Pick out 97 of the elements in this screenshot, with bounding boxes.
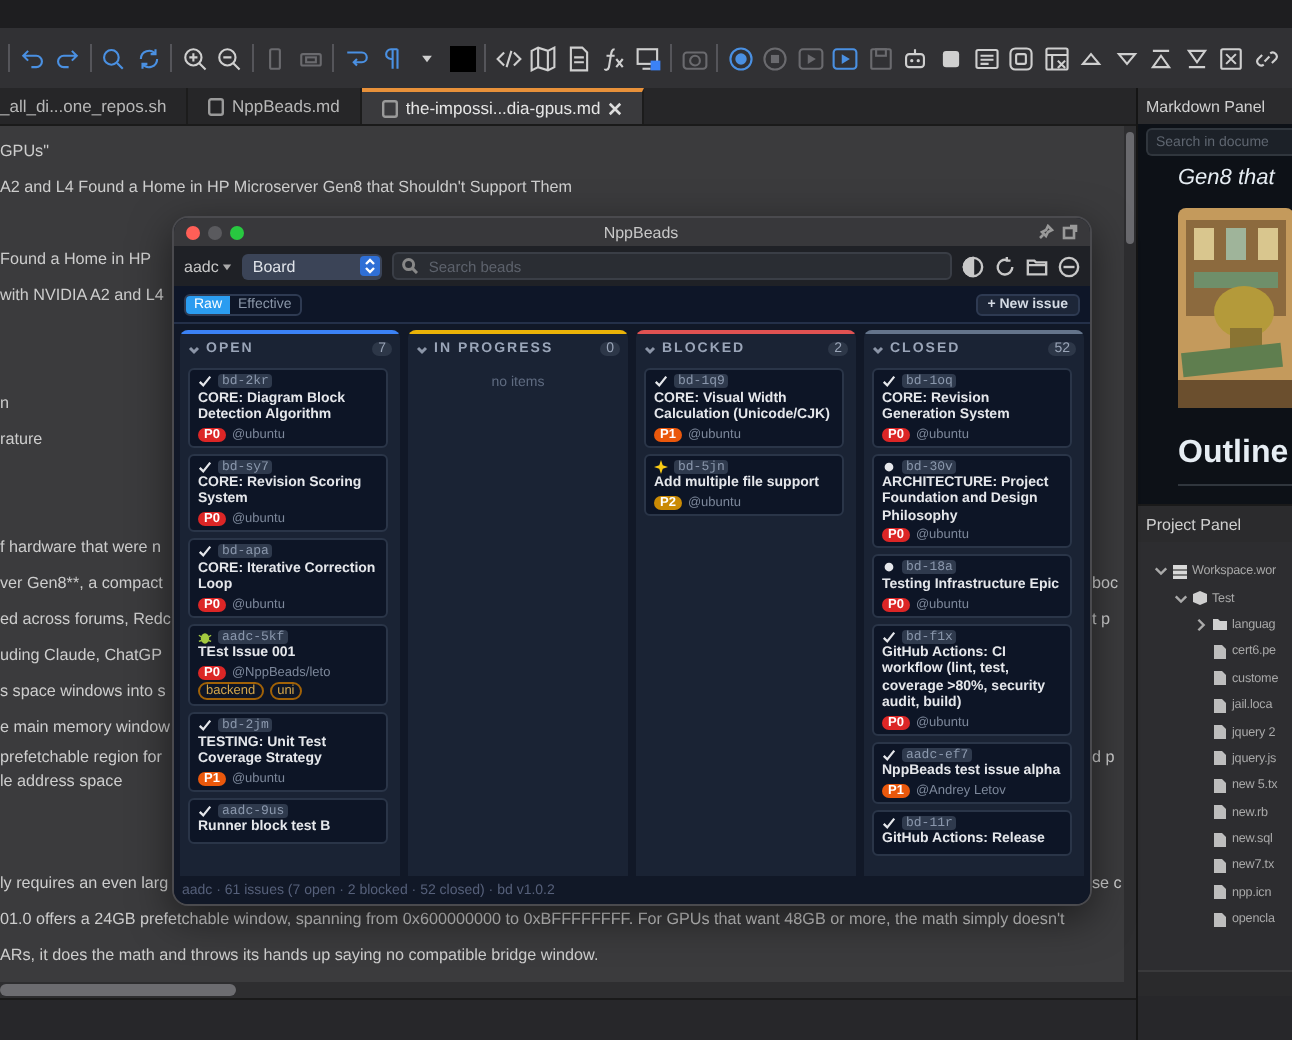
view-select[interactable]: Board bbox=[242, 253, 383, 279]
text-line: 01.0 offers a 24GB prefetchable window, spanning from 0x600000000 to 0xBFFFFFFFF. For GPUs that want 48GB or more, the math simply doesn't bbox=[0, 909, 1065, 927]
zoom-in-icon[interactable] bbox=[181, 45, 208, 71]
close-box-icon[interactable] bbox=[1218, 45, 1245, 71]
text-line: Found a Home in HP bbox=[0, 249, 152, 267]
close-icon[interactable] bbox=[608, 101, 623, 115]
window-title: NppBeads bbox=[601, 223, 681, 241]
check-icon bbox=[198, 803, 212, 818]
sparkle-icon bbox=[654, 459, 668, 473]
tab-label: the-impossi...dia-gpus.md bbox=[405, 98, 601, 118]
chip-icon[interactable] bbox=[938, 45, 964, 71]
wrap-icon[interactable] bbox=[343, 45, 370, 71]
check-icon bbox=[882, 629, 896, 643]
record-icon[interactable] bbox=[727, 45, 754, 71]
zoom-light[interactable] bbox=[230, 225, 244, 239]
link-icon[interactable] bbox=[1253, 45, 1280, 71]
text-line: se c bbox=[1092, 873, 1122, 891]
function-icon[interactable] bbox=[600, 45, 627, 71]
cube-icon bbox=[1192, 590, 1208, 607]
text-line: e main memory window bbox=[0, 717, 171, 735]
check-icon bbox=[198, 374, 212, 388]
chevron-icon[interactable] bbox=[1194, 617, 1208, 632]
play-icon[interactable] bbox=[832, 45, 859, 71]
file-icon bbox=[381, 99, 398, 117]
emphasis-text: Gen8 that bbox=[1176, 164, 1278, 190]
text-line: GPUs" bbox=[0, 141, 49, 159]
check-icon bbox=[654, 374, 668, 388]
minus-circle-icon[interactable] bbox=[1058, 255, 1080, 277]
redo-icon[interactable] bbox=[54, 45, 81, 71]
chevron-icon[interactable] bbox=[1154, 564, 1168, 579]
folder-icon[interactable] bbox=[1026, 255, 1048, 277]
text-line: boc bbox=[1092, 573, 1119, 591]
text-line: with NVIDIA A2 and L4 bbox=[0, 285, 164, 303]
frame-icon[interactable] bbox=[1008, 45, 1035, 71]
text-line: A2 and L4 Found a Home in HP Microserver Gen8 that Shouldn't Support Them bbox=[0, 177, 573, 195]
expand-all-icon[interactable] bbox=[1183, 45, 1210, 71]
tab-label: _all_di...one_repos.sh bbox=[0, 96, 167, 116]
heading: Outline bbox=[1176, 434, 1291, 472]
play-icon[interactable] bbox=[797, 45, 824, 71]
undo-icon[interactable] bbox=[19, 45, 46, 71]
check-icon bbox=[882, 374, 896, 388]
file-icon bbox=[208, 97, 224, 115]
table-icon[interactable] bbox=[1043, 45, 1070, 71]
chevron-icon[interactable] bbox=[1174, 591, 1188, 606]
check-icon bbox=[882, 815, 896, 830]
chevron-icon[interactable] bbox=[416, 343, 428, 355]
document-icon[interactable] bbox=[565, 45, 592, 71]
text-line: ver Gen8**, a compact bbox=[0, 573, 163, 591]
workspace-selector[interactable]: aadc bbox=[184, 257, 233, 275]
search-icon[interactable] bbox=[100, 45, 127, 71]
text-line: uding Claude, ChatGP bbox=[0, 645, 162, 663]
close-light[interactable] bbox=[186, 225, 200, 239]
text-line: ed across forums, Redc bbox=[0, 609, 171, 627]
workspace-icon bbox=[1172, 563, 1188, 580]
contrast-icon[interactable] bbox=[962, 255, 984, 277]
text-line: t p bbox=[1092, 609, 1110, 627]
text-line: ly requires an even larg bbox=[0, 873, 169, 891]
zoom-out-icon[interactable] bbox=[216, 45, 243, 71]
chevron-icon[interactable] bbox=[188, 343, 200, 355]
robot-icon[interactable] bbox=[902, 45, 929, 71]
refresh-icon[interactable] bbox=[994, 255, 1016, 277]
collapse-all-icon[interactable] bbox=[1148, 45, 1175, 71]
stop-icon[interactable] bbox=[762, 45, 789, 71]
text-line: le address space bbox=[0, 771, 123, 789]
caret-icon bbox=[222, 261, 233, 271]
bug-icon bbox=[198, 629, 212, 643]
code-icon[interactable] bbox=[495, 45, 522, 71]
file-tab[interactable]: the-impossi...dia-gpus.md bbox=[361, 88, 645, 124]
search-icon bbox=[402, 258, 419, 274]
text-line: n bbox=[0, 393, 10, 411]
pop-out-icon[interactable] bbox=[1062, 224, 1078, 240]
text-line: d p bbox=[1092, 747, 1115, 765]
chevron-icon[interactable] bbox=[872, 343, 884, 355]
dot-icon bbox=[882, 560, 896, 575]
check-icon bbox=[198, 544, 212, 558]
pin-icon[interactable] bbox=[1038, 224, 1054, 240]
text-line: ARs, it does the math and throws its hands up saying no compatible bridge window. bbox=[0, 945, 599, 963]
folder-icon bbox=[1212, 616, 1228, 633]
text-line: s space windows into s bbox=[0, 681, 166, 699]
chevron-icon bbox=[360, 256, 381, 276]
text-line: prefetchable region for bbox=[0, 747, 162, 765]
list-icon[interactable] bbox=[973, 45, 1000, 71]
monitor-icon[interactable] bbox=[635, 45, 662, 71]
check-icon bbox=[882, 747, 896, 761]
tab-label: NppBeads.md bbox=[232, 96, 340, 116]
chevron-icon[interactable] bbox=[644, 343, 656, 355]
check-icon bbox=[198, 718, 212, 733]
scrollbar[interactable] bbox=[0, 982, 1136, 998]
check-icon bbox=[198, 459, 212, 473]
scrollbar[interactable] bbox=[1124, 126, 1136, 982]
text-line: f hardware that were n bbox=[0, 537, 162, 555]
replace-icon[interactable] bbox=[135, 45, 162, 71]
dot-icon bbox=[882, 459, 896, 473]
text-line: rature bbox=[0, 429, 43, 447]
file-tab[interactable]: _all_di...one_repos.sh bbox=[0, 88, 188, 124]
camera-icon[interactable] bbox=[681, 45, 708, 71]
map-icon[interactable] bbox=[530, 45, 557, 71]
